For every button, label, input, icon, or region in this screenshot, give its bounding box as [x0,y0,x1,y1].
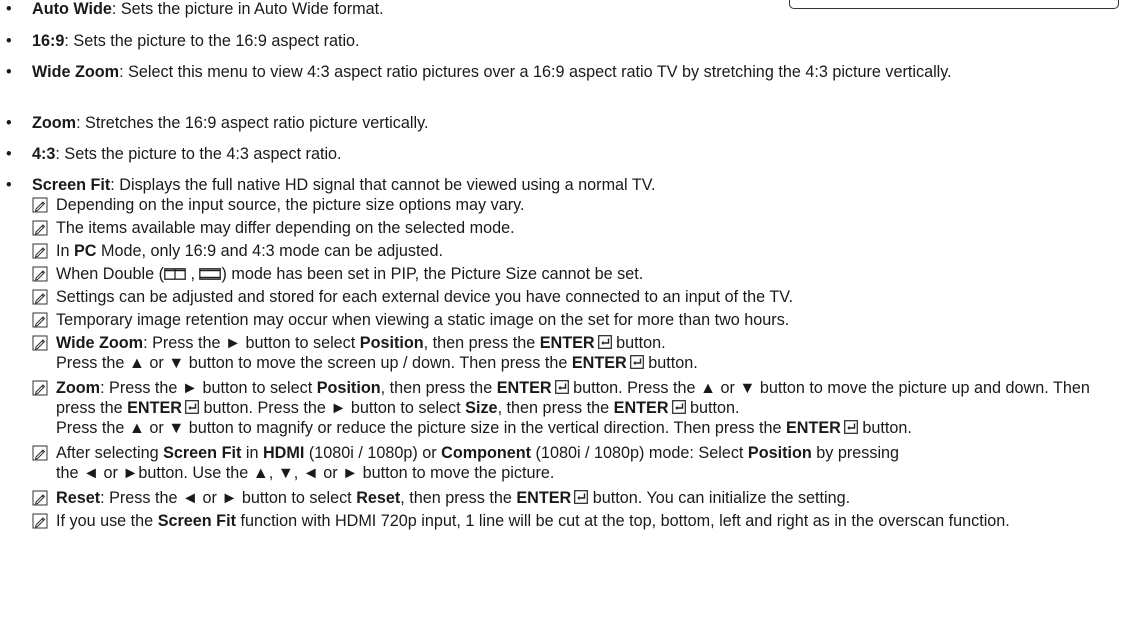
enter-icon [574,490,588,504]
enter-icon [185,400,199,414]
note-icon [32,513,48,529]
enter-icon [630,355,644,369]
note-icon [32,243,48,259]
note-icon [32,220,48,236]
note-icon [32,380,48,396]
note-icon [32,312,48,328]
note-icon [32,197,48,213]
note-icon [32,266,48,282]
note-icon [32,490,48,506]
note-icon [32,335,48,351]
pip-double-side-icon [199,268,222,280]
enter-icon [555,380,569,394]
note-icon [32,289,48,305]
pip-double-left-right-icon [164,268,186,280]
note-icon [32,445,48,461]
enter-icon [672,400,686,414]
enter-icon [844,420,858,434]
enter-icon [598,335,612,349]
